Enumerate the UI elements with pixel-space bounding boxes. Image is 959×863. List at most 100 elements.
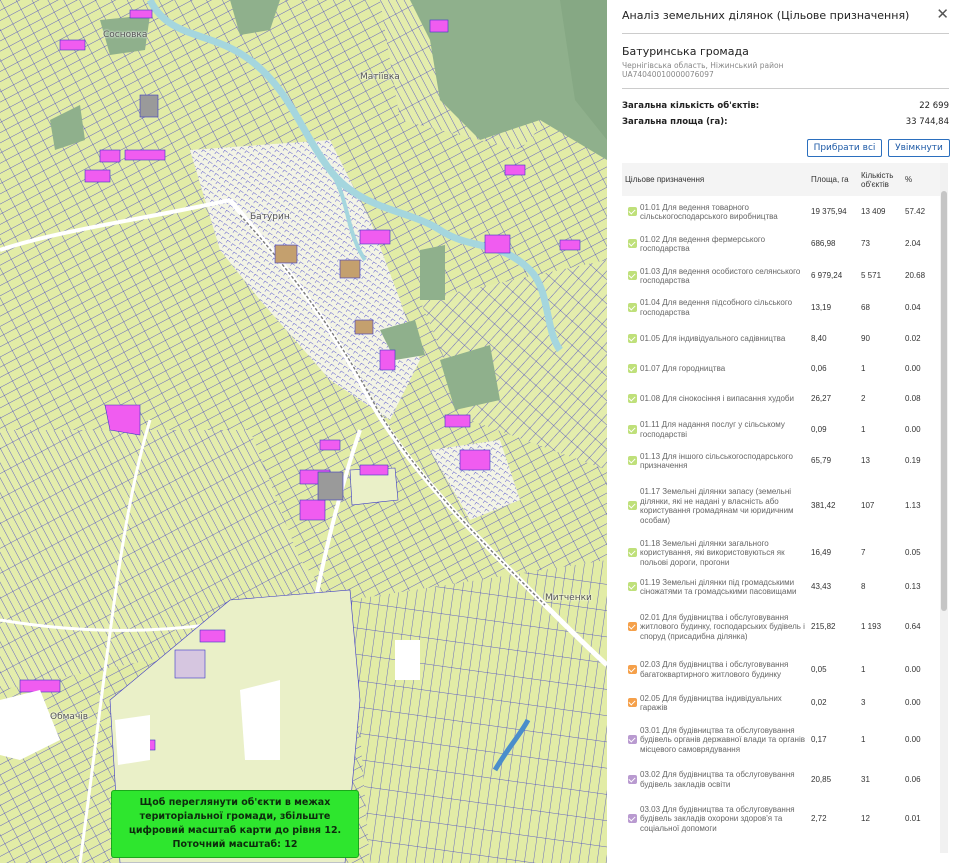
purpose-label: 01.08 Для сінокосіння і випасання худоби: [640, 393, 794, 403]
divider: [622, 33, 949, 34]
category-checkbox[interactable]: [628, 207, 637, 216]
category-checkbox[interactable]: [628, 774, 637, 784]
purpose-cell: 03.02 Для будівництва та обслуговування …: [622, 762, 808, 797]
table-row[interactable]: 01.03 Для ведення особистого селянського…: [622, 260, 942, 292]
category-checkbox[interactable]: [628, 271, 637, 280]
count-cell: 12: [861, 814, 870, 824]
table-scrollbar[interactable]: [940, 163, 948, 853]
purpose-label: 01.02 Для ведення фермерського господарс…: [640, 234, 766, 254]
total-area-row: Загальна площа (га): 33 744,84: [622, 117, 949, 127]
table-row[interactable]: 01.13 Для іншого сільськогосподарського …: [622, 445, 942, 477]
table-row[interactable]: 01.01 Для ведення товарного сільськогосп…: [622, 196, 942, 228]
pct-cell: 0.02: [905, 333, 921, 343]
purpose-cell: 01.08 Для сінокосіння і випасання худоби: [622, 383, 808, 414]
count-cell: 8: [861, 582, 866, 592]
area-cell: 215,82: [811, 622, 836, 632]
count-cell: 1: [861, 735, 866, 745]
category-checkbox[interactable]: [628, 456, 637, 465]
map-view[interactable]: Сосновка Матіївка Батурин Митченки Обмач…: [0, 0, 607, 863]
divider: [622, 88, 949, 89]
table-row[interactable]: 03.01 Для будівництва та обслуговування …: [622, 718, 942, 762]
area-cell: 13,19: [811, 302, 832, 312]
purpose-cell: 01.03 Для ведення особистого селянського…: [622, 260, 808, 292]
category-checkbox[interactable]: [628, 393, 637, 403]
table-row[interactable]: 01.02 Для ведення фермерського господарс…: [622, 228, 942, 260]
panel-title: Аналіз земельних ділянок (Цільове призна…: [622, 9, 910, 22]
table-row[interactable]: 02.05 Для будівництва індивідуальних гар…: [622, 688, 942, 718]
count-cell: 107: [861, 501, 875, 511]
category-checkbox[interactable]: [628, 363, 637, 373]
purpose-table: Цільове призначення Площа, га Кількість …: [622, 163, 942, 841]
category-checkbox[interactable]: [628, 333, 637, 343]
cadastral-map[interactable]: [0, 0, 607, 863]
map-label-obmachiv: Обмачів: [50, 712, 89, 722]
category-checkbox[interactable]: [628, 302, 637, 312]
category-checkbox[interactable]: [628, 622, 637, 631]
table-row[interactable]: 01.11 Для надання послуг у сільському го…: [622, 414, 942, 445]
area-cell: 686,98: [811, 239, 836, 249]
table-row[interactable]: 01.19 Земельні ділянки під громадськими …: [622, 571, 942, 603]
area-cell: 26,27: [811, 393, 832, 403]
count-cell: 68: [861, 302, 870, 312]
scrollbar-thumb[interactable]: [941, 191, 947, 611]
area-cell: 20,85: [811, 774, 832, 784]
category-checkbox[interactable]: [628, 424, 637, 434]
purpose-label: 03.02 Для будівництва та обслуговування …: [640, 770, 795, 789]
purpose-label: 01.17 Земельні ділянки запасу (земельні …: [640, 487, 794, 525]
category-checkbox[interactable]: [628, 582, 637, 591]
area-cell: 0,05: [811, 664, 827, 674]
clear-all-button[interactable]: Прибрати всі: [807, 139, 882, 157]
category-checkbox[interactable]: [628, 239, 637, 248]
area-cell: 0,17: [811, 735, 827, 745]
col-header-area[interactable]: Площа, га: [808, 163, 858, 196]
table-row[interactable]: 02.03 Для будівництва і обслуговування б…: [622, 651, 942, 688]
category-checkbox[interactable]: [628, 664, 637, 674]
pct-cell: 0.04: [905, 302, 921, 312]
total-count-label: Загальна кількість об'єктів:: [622, 101, 760, 111]
pct-cell: 0.01: [905, 814, 921, 824]
count-cell: 7: [861, 548, 866, 558]
table-row[interactable]: 03.02 Для будівництва та обслуговування …: [622, 762, 942, 797]
col-header-count[interactable]: Кількість об'єктів: [858, 163, 902, 196]
pct-cell: 0.19: [905, 456, 921, 466]
count-cell: 13 409: [861, 207, 886, 217]
table-row[interactable]: 01.08 Для сінокосіння і випасання худоби…: [622, 383, 942, 414]
purpose-cell: 01.13 Для іншого сільськогосподарського …: [622, 445, 808, 477]
table-row[interactable]: 01.18 Земельні ділянки загального корист…: [622, 535, 942, 571]
pct-cell: 0.00: [905, 664, 921, 674]
table-row[interactable]: 01.04 Для ведення підсобного сільського …: [622, 292, 942, 323]
category-checkbox[interactable]: [628, 735, 637, 744]
purpose-label: 01.01 Для ведення товарного сільськогосп…: [640, 202, 778, 222]
table-row[interactable]: 01.05 Для індивідуального садівництва 8,4…: [622, 323, 942, 354]
field-parcels-southeast: [350, 560, 607, 863]
table-row[interactable]: 02.01 Для будівництва і обслуговування ж…: [622, 603, 942, 651]
col-header-pct[interactable]: %: [902, 163, 942, 196]
col-header-purpose[interactable]: Цільове призначення: [622, 163, 808, 196]
close-icon[interactable]: ✕: [936, 5, 949, 23]
table-header-row: Цільове призначення Площа, га Кількість …: [622, 163, 942, 196]
count-cell: 1: [861, 363, 866, 373]
category-checkbox[interactable]: [628, 548, 637, 557]
category-checkbox[interactable]: [628, 814, 637, 823]
total-area-label: Загальна площа (га):: [622, 117, 728, 127]
table-row[interactable]: 01.17 Земельні ділянки запасу (земельні …: [622, 477, 942, 535]
area-cell: 65,79: [811, 456, 832, 466]
map-label-mytchenky: Митченки: [545, 593, 592, 603]
area-cell: 6 979,24: [811, 271, 843, 281]
total-area-value: 33 744,84: [905, 117, 949, 127]
purpose-label: 01.04 Для ведення підсобного сільського …: [640, 298, 793, 317]
category-checkbox[interactable]: [628, 698, 637, 707]
enable-button[interactable]: Увімкнути: [888, 139, 950, 157]
area-cell: 0,02: [811, 698, 827, 708]
category-checkbox[interactable]: [628, 501, 637, 510]
pct-cell: 0.08: [905, 393, 921, 403]
table-row[interactable]: 01.07 Для городництва 0,06 1 0.00: [622, 354, 942, 383]
purpose-label: 01.13 Для іншого сільськогосподарського …: [640, 451, 793, 471]
purpose-cell: 02.03 Для будівництва і обслуговування б…: [622, 651, 808, 688]
purpose-table-container: Цільове призначення Площа, га Кількість …: [622, 163, 942, 863]
purpose-cell: 01.11 Для надання послуг у сільському го…: [622, 414, 808, 445]
pct-cell: 20.68: [905, 271, 926, 281]
map-label-matiivka: Матіївка: [360, 72, 400, 82]
table-row[interactable]: 03.03 Для будівництва та обслуговування …: [622, 797, 942, 841]
purpose-cell: 01.05 Для індивідуального садівництва: [622, 323, 808, 354]
